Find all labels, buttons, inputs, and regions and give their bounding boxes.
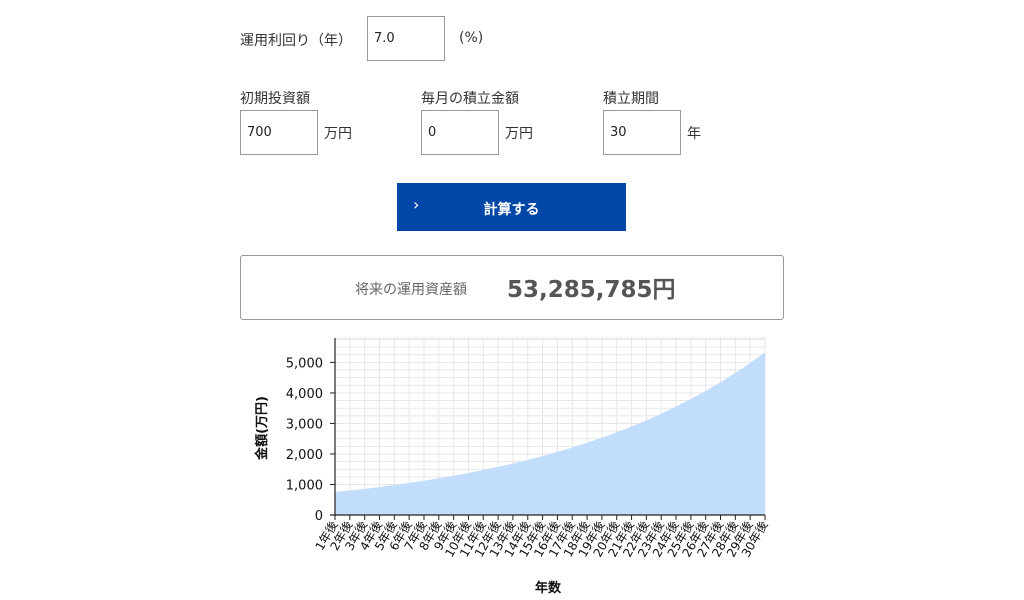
rate-input[interactable] — [367, 16, 445, 61]
initial-investment-label: 初期投資額 — [240, 91, 310, 107]
y-tick-label: 4,000 — [286, 387, 323, 402]
y-tick-label: 0 — [315, 509, 323, 524]
chart-area-series — [335, 352, 765, 515]
y-tick-label: 5,000 — [286, 356, 323, 371]
period-input[interactable] — [603, 110, 681, 155]
result-value: 53,285,785円 — [507, 277, 676, 303]
rate-label: 運用利回り（年） — [240, 33, 352, 49]
initial-investment-input[interactable] — [240, 110, 318, 155]
y-axis-label: 金額(万円) — [254, 396, 270, 461]
calculate-button-label: 計算する — [483, 202, 540, 218]
y-ticks: 0 1,000 2,000 3,000 4,000 5,000 — [286, 356, 335, 524]
x-axis-label: 年数 — [535, 580, 562, 596]
monthly-amount-input[interactable] — [421, 110, 499, 155]
result-box: 将来の運用資産額 53,285,785円 — [240, 255, 784, 320]
y-tick-label: 1,000 — [286, 478, 323, 493]
y-tick-label: 2,000 — [286, 448, 323, 463]
x-ticks: 1年後2年後3年後4年後5年後6年後7年後8年後9年後10年後11年後12年後1… — [313, 515, 771, 560]
rate-unit: (%) — [459, 30, 484, 46]
initial-investment-unit: 万円 — [324, 126, 352, 142]
y-tick-label: 3,000 — [286, 417, 323, 432]
period-unit: 年 — [687, 126, 701, 142]
monthly-amount-unit: 万円 — [505, 126, 533, 142]
asset-growth-chart: 0 1,000 2,000 3,000 4,000 5,000 1年後2年後3年後4年後5… — [254, 337, 771, 596]
monthly-amount-label: 毎月の積立金額 — [421, 91, 519, 107]
result-label: 将来の運用資産額 — [355, 282, 467, 298]
period-label: 積立期間 — [603, 91, 659, 107]
calculate-button[interactable]: › 計算する — [397, 183, 626, 231]
